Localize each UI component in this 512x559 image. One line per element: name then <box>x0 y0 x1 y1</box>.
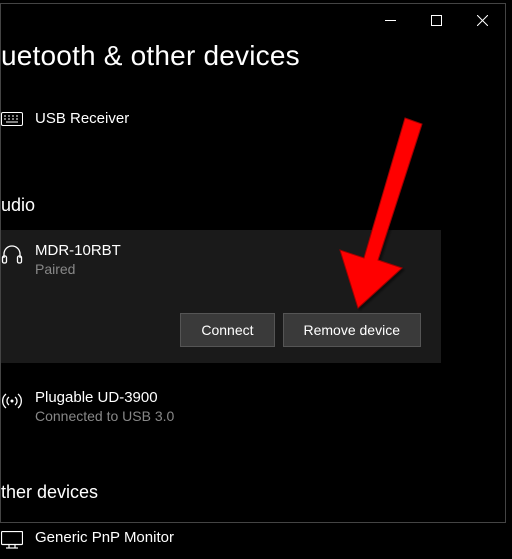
device-name-label: USB Receiver <box>35 110 505 127</box>
device-info: Plugable UD-3900 Connected to USB 3.0 <box>35 389 505 424</box>
device-info: MDR-10RBT Paired <box>35 242 441 277</box>
close-button[interactable] <box>459 4 505 36</box>
maximize-button[interactable] <box>413 4 459 36</box>
device-info: USB Receiver <box>35 110 505 127</box>
section-header-audio: udio <box>1 195 505 222</box>
device-name-label: MDR-10RBT <box>35 242 441 259</box>
device-plugable[interactable]: Plugable UD-3900 Connected to USB 3.0 <box>1 379 505 434</box>
connect-button[interactable]: Connect <box>180 313 274 347</box>
remove-device-button[interactable]: Remove device <box>283 313 422 347</box>
device-usb-receiver[interactable]: USB Receiver <box>1 100 505 137</box>
minimize-button[interactable] <box>367 4 413 36</box>
section-header-other: ther devices <box>1 482 505 509</box>
settings-content: uetooth & other devices USB Receiver <box>1 36 505 559</box>
monitor-icon <box>1 531 23 549</box>
minimize-icon <box>385 15 396 26</box>
maximize-icon <box>431 15 442 26</box>
device-name-label: Generic PnP Monitor <box>35 529 505 546</box>
device-name-label: Plugable UD-3900 <box>35 389 505 406</box>
headphones-icon <box>1 244 23 264</box>
device-mdr-10rbt[interactable]: MDR-10RBT Paired <box>1 242 441 277</box>
device-status-label: Connected to USB 3.0 <box>35 408 505 424</box>
keyboard-icon <box>1 112 23 126</box>
device-status-label: Paired <box>35 261 441 277</box>
device-selected-block: MDR-10RBT Paired Connect Remove device <box>1 230 441 363</box>
page-title: uetooth & other devices <box>1 36 505 72</box>
device-monitor[interactable]: Generic PnP Monitor <box>1 519 505 559</box>
audio-stream-icon <box>1 391 23 411</box>
settings-window: uetooth & other devices USB Receiver <box>0 3 506 523</box>
device-action-buttons: Connect Remove device <box>1 277 441 347</box>
title-bar <box>1 4 505 36</box>
device-info: Generic PnP Monitor <box>35 529 505 546</box>
close-icon <box>477 15 488 26</box>
